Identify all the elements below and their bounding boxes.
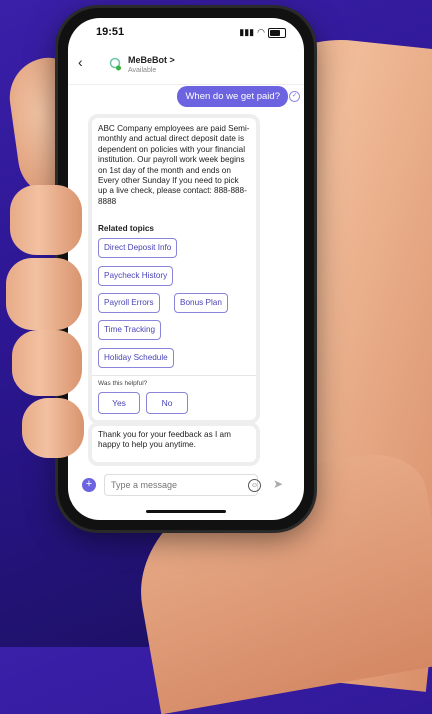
phone-screen: 19:51 ▮▮▮ ◠ ‹ MeBeBot > Available When d… [68, 18, 304, 520]
bot-name[interactable]: MeBeBot > [128, 55, 175, 65]
signal-icon: ▮▮▮ [239, 27, 255, 37]
battery-icon [268, 27, 286, 38]
chip-bonus-plan[interactable]: Bonus Plan [174, 293, 228, 313]
chip-holiday-schedule[interactable]: Holiday Schedule [98, 348, 174, 368]
chat-header: ‹ MeBeBot > Available [68, 48, 304, 85]
status-time: 19:51 [96, 26, 125, 38]
bot-answer-card: ABC Company employees are paid Semi-mont… [88, 114, 260, 424]
hand-finger [22, 398, 84, 458]
yes-button[interactable]: Yes [98, 392, 140, 414]
helpful-question: Was this helpful? [98, 380, 148, 387]
divider [92, 375, 256, 376]
send-icon[interactable]: ➤ [273, 477, 283, 491]
chip-payroll-errors[interactable]: Payroll Errors [98, 293, 160, 313]
wifi-icon: ◠ [257, 27, 265, 37]
related-topics-title: Related topics [98, 224, 154, 233]
bot-followup-text: Thank you for your feedback as I am happ… [98, 430, 231, 450]
status-icons: ▮▮▮ ◠ [239, 27, 286, 38]
hand-finger [12, 330, 82, 396]
emoji-icon[interactable]: ☺ [248, 479, 261, 492]
hand-finger [10, 185, 82, 255]
message-input[interactable] [104, 474, 258, 496]
no-button[interactable]: No [146, 392, 188, 414]
phone: 19:51 ▮▮▮ ◠ ‹ MeBeBot > Available When d… [58, 8, 314, 530]
plus-icon[interactable]: + [82, 478, 96, 492]
user-message: When do we get paid? [177, 86, 288, 107]
read-check-icon: ✓ [289, 91, 300, 102]
bot-avatar-icon [109, 57, 121, 71]
status-bar: 19:51 ▮▮▮ ◠ [68, 18, 304, 48]
bot-answer-text: ABC Company employees are paid Semi-mont… [98, 124, 250, 206]
hand-finger [6, 258, 82, 330]
message-composer: + ☺ ➤ [68, 470, 304, 510]
chevron-left-icon[interactable]: ‹ [78, 54, 83, 70]
bot-followup-card: Thank you for your feedback as I am happ… [88, 422, 260, 466]
chip-paycheck-history[interactable]: Paycheck History [98, 266, 174, 286]
chip-direct-deposit-info[interactable]: Direct Deposit Info [98, 238, 178, 258]
chip-time-tracking[interactable]: Time Tracking [98, 320, 162, 340]
home-indicator [146, 510, 226, 513]
bot-status: Available [128, 67, 157, 74]
